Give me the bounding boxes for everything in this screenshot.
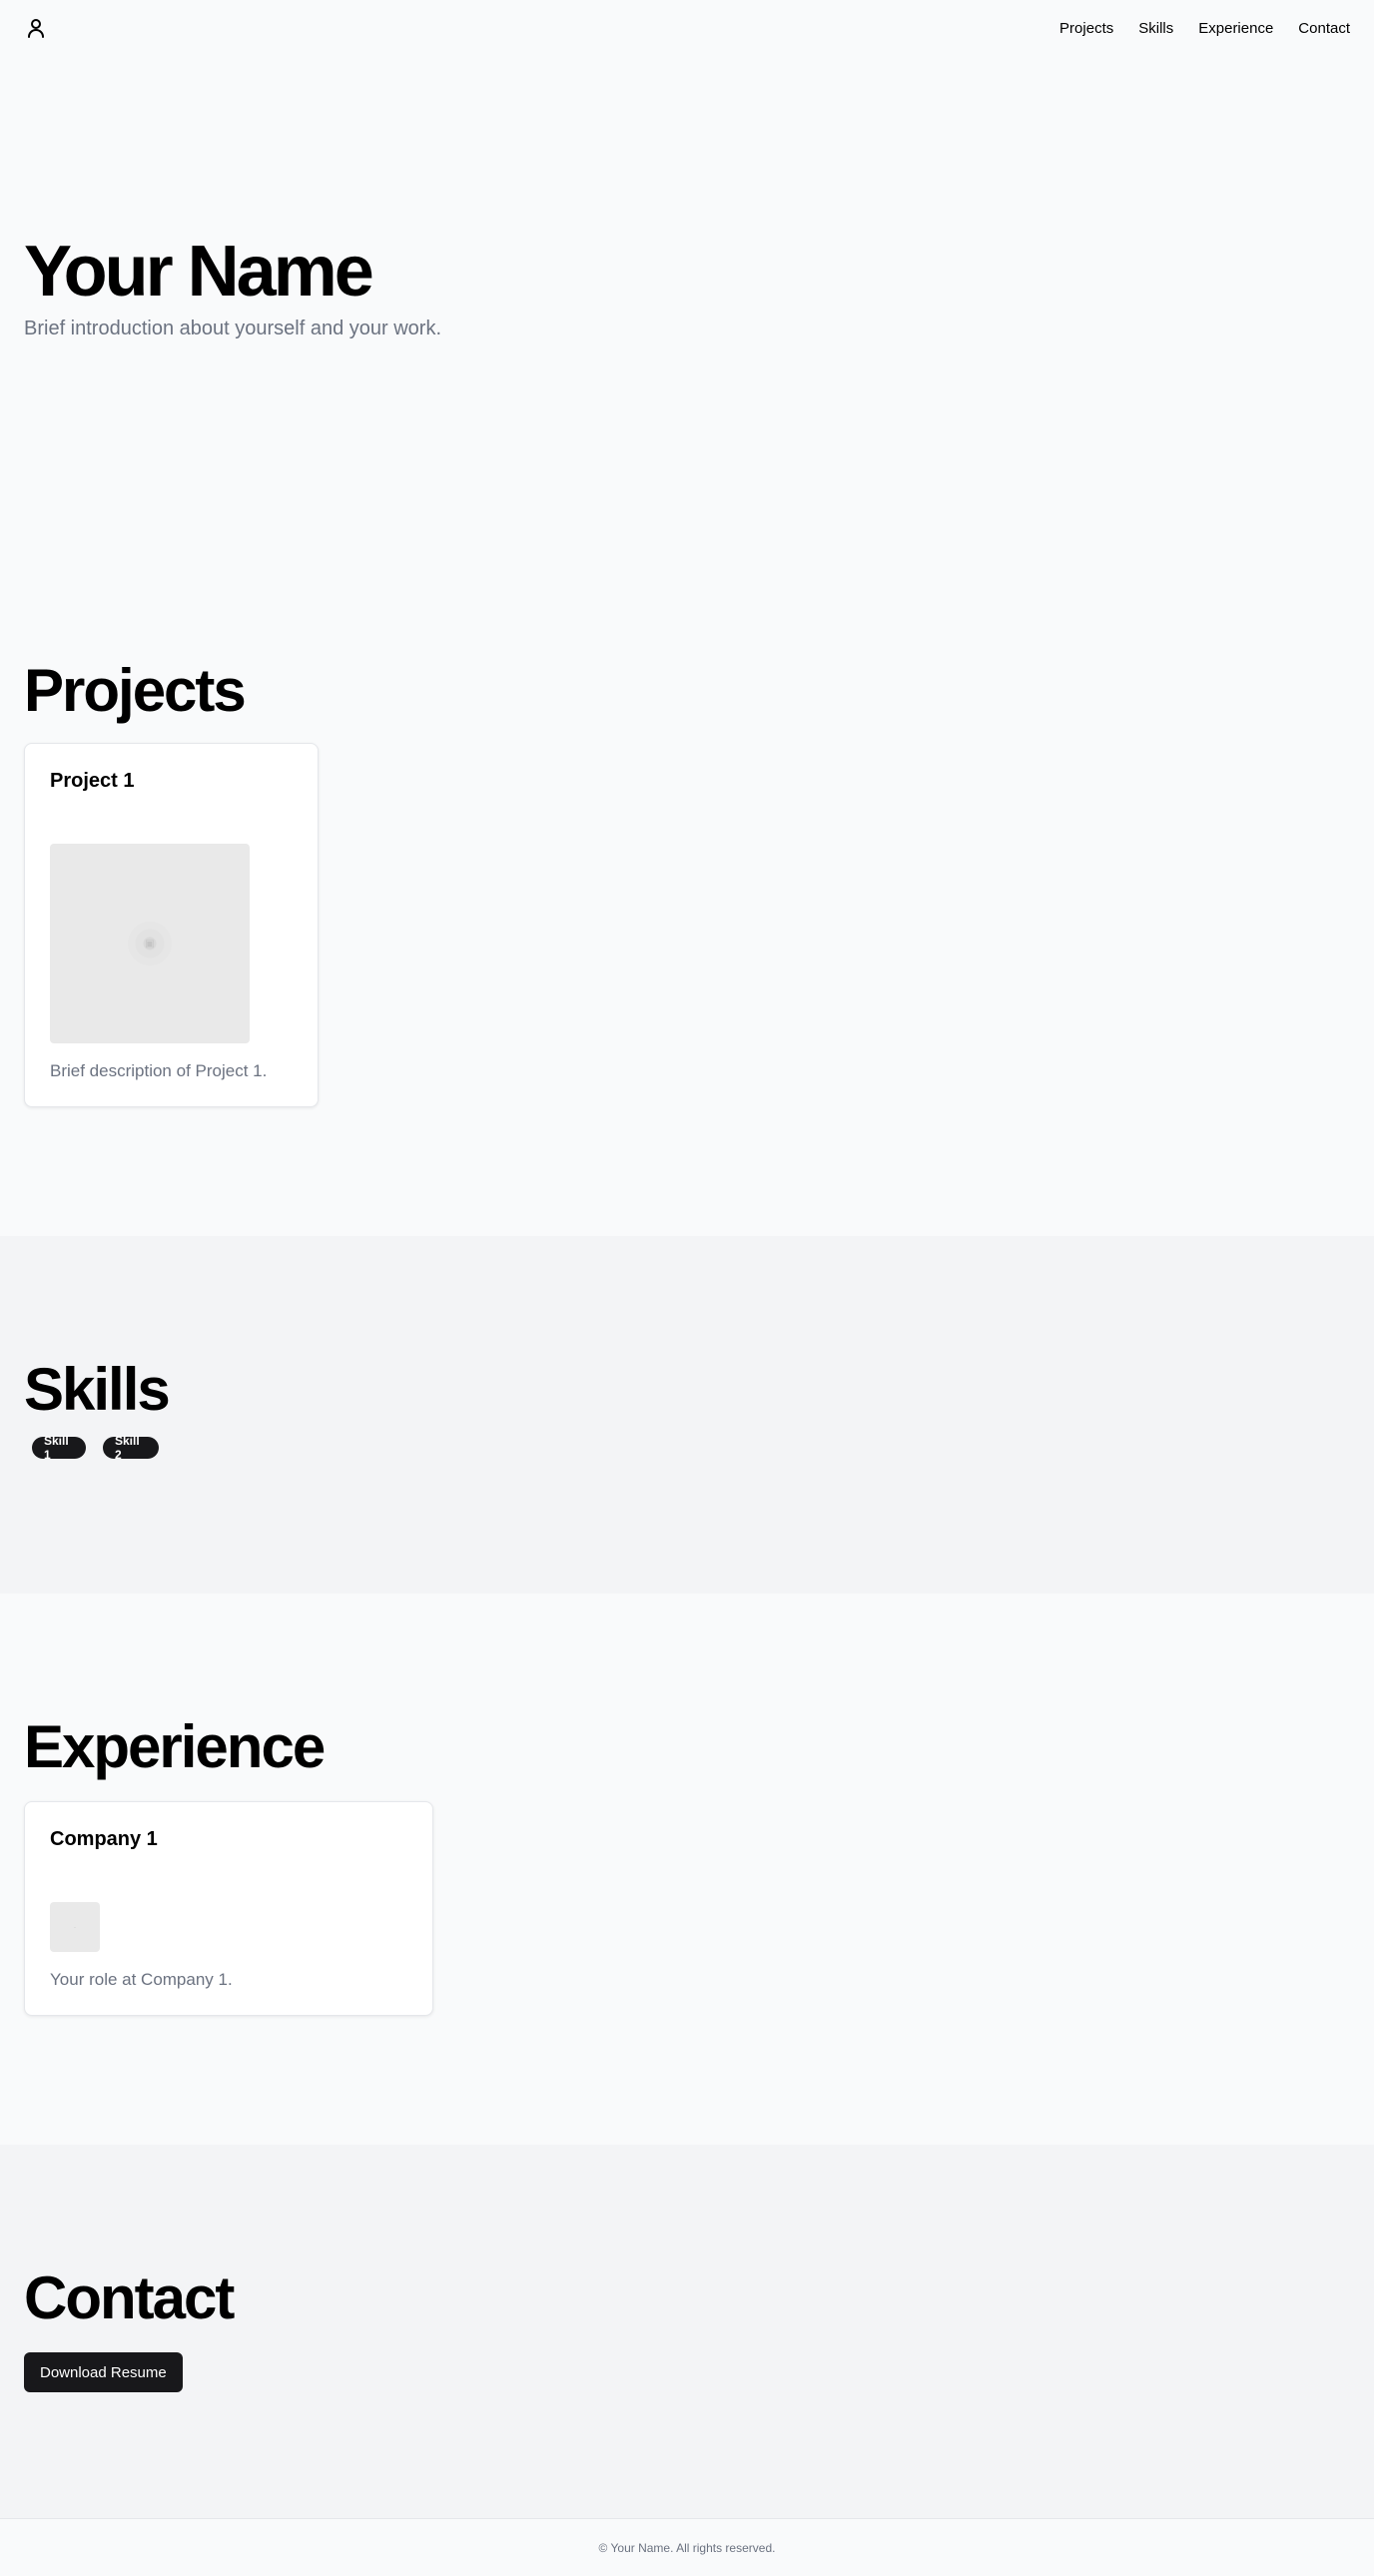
nav-link-projects[interactable]: Projects <box>1059 20 1113 37</box>
project-card-description: Brief description of Project 1. <box>50 1061 268 1080</box>
hero-subtitle: Brief introduction about yourself and yo… <box>24 318 441 339</box>
skill-badge: Skill 1 <box>32 1434 86 1462</box>
skill-badge: Skill 2 <box>103 1434 159 1462</box>
nav-link-experience[interactable]: Experience <box>1198 20 1273 37</box>
download-resume-button[interactable]: Download Resume <box>24 2352 183 2392</box>
main-nav: Projects Skills Experience Contact <box>1059 20 1350 37</box>
contact-section: Contact Download Resume <box>0 2145 1374 2518</box>
hero-section: Your Name Brief introduction about yours… <box>0 56 1374 595</box>
page: Projects Skills Experience Contact Your … <box>0 0 1374 2576</box>
footer-copyright: © Your Name. All rights reserved. <box>598 2540 776 2555</box>
experience-card-role: Your role at Company 1. <box>50 1970 233 1989</box>
projects-title: Projects <box>24 657 247 724</box>
site-footer: © Your Name. All rights reserved. <box>0 2518 1374 2576</box>
nav-link-skills[interactable]: Skills <box>1138 20 1173 37</box>
projects-section: Projects Project 1 ▣ Brief description o… <box>0 595 1374 1236</box>
skills-title: Skills <box>24 1356 171 1423</box>
experience-card-company: Company 1 <box>50 1828 158 1850</box>
hero-title: Your Name <box>24 232 374 312</box>
project-card-title: Project 1 <box>50 770 135 792</box>
image-placeholder-icon: ▣ <box>128 922 172 966</box>
user-icon <box>28 19 44 38</box>
experience-card[interactable]: Company 1 · Your role at Company 1. <box>24 1801 433 2016</box>
company-logo-placeholder-icon: · <box>50 1902 100 1952</box>
contact-title: Contact <box>24 2264 235 2331</box>
experience-section: Experience Company 1 · Your role at Comp… <box>0 1594 1374 2145</box>
project-image: ▣ <box>50 844 250 1043</box>
nav-link-contact[interactable]: Contact <box>1298 20 1350 37</box>
experience-title: Experience <box>24 1713 326 1780</box>
home-link[interactable] <box>24 16 48 40</box>
project-card[interactable]: Project 1 ▣ Brief description of Project… <box>24 743 319 1107</box>
skills-section: Skills Skill 1 Skill 2 <box>0 1236 1374 1594</box>
site-header: Projects Skills Experience Contact <box>0 0 1374 56</box>
